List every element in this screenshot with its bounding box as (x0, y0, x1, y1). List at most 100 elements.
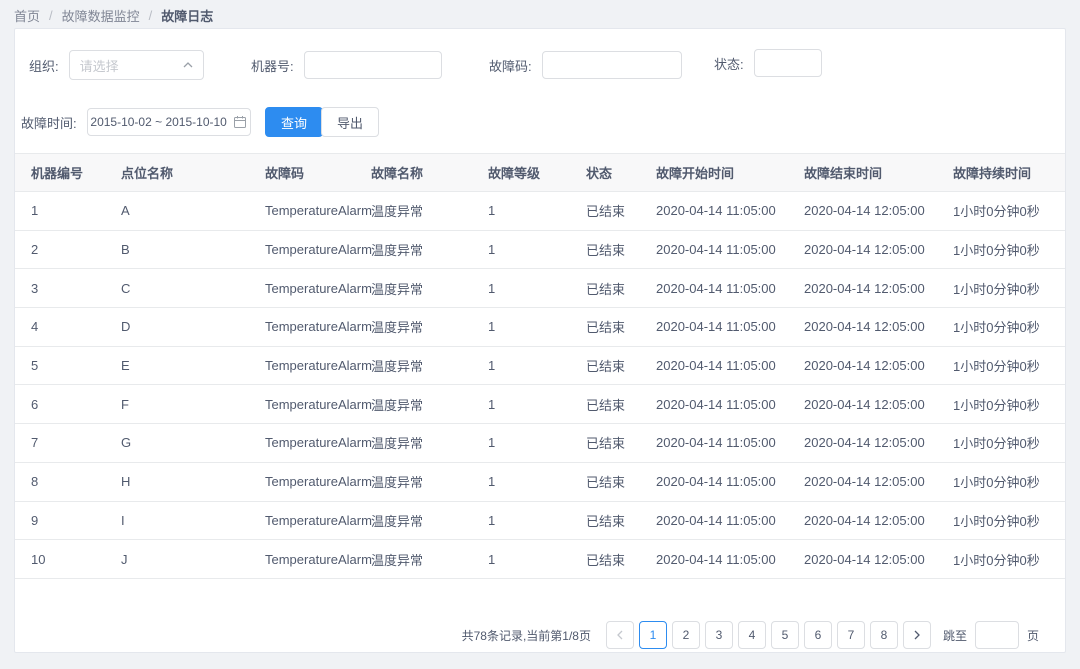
breadcrumb-separator: / (49, 8, 53, 23)
column-header: 故障码 (249, 154, 355, 192)
table-cell: 已结束 (570, 346, 640, 385)
table-cell: 1小时0分钟0秒 (937, 192, 1065, 231)
table-cell: TemperatureAlarm (249, 308, 355, 347)
table-cell: 温度异常 (355, 308, 472, 347)
column-header: 故障开始时间 (640, 154, 788, 192)
table-cell: J (105, 540, 249, 579)
chevron-right-icon (913, 630, 921, 640)
table-cell: 1小时0分钟0秒 (937, 346, 1065, 385)
table-cell: 2020-04-14 11:05:00 (640, 424, 788, 463)
table-cell: 温度异常 (355, 501, 472, 540)
calendar-icon (233, 115, 247, 129)
page-button-6[interactable]: 6 (804, 621, 832, 649)
page-button-4[interactable]: 4 (738, 621, 766, 649)
table-cell: 2020-04-14 11:05:00 (640, 501, 788, 540)
table-cell: 2020-04-14 11:05:00 (640, 462, 788, 501)
breadcrumb: 首页/故障数据监控/故障日志 (14, 6, 213, 25)
table-cell: 已结束 (570, 424, 640, 463)
table-cell: F (105, 385, 249, 424)
table-cell: 2020-04-14 11:05:00 (640, 192, 788, 231)
breadcrumb-separator: / (149, 8, 153, 23)
next-page-button[interactable] (903, 621, 931, 649)
table-cell: 1 (472, 230, 570, 269)
table-cell: 2020-04-14 11:05:00 (640, 269, 788, 308)
table-row: 9ITemperatureAlarm温度异常1已结束2020-04-14 11:… (15, 501, 1065, 540)
page-button-8[interactable]: 8 (870, 621, 898, 649)
column-header: 机器编号 (15, 154, 105, 192)
prev-page-button[interactable] (606, 621, 634, 649)
export-button[interactable]: 导出 (321, 107, 379, 137)
fault-code-label: 故障码: (489, 56, 532, 75)
table-cell: 1 (472, 540, 570, 579)
table-cell: 1小时0分钟0秒 (937, 424, 1065, 463)
table-row: 7GTemperatureAlarm温度异常1已结束2020-04-14 11:… (15, 424, 1065, 463)
table-cell: H (105, 462, 249, 501)
pagination: 共78条记录,当前第1/8页 12345678 跳至 页 (15, 621, 1065, 649)
table-cell: 8 (15, 462, 105, 501)
table-cell: TemperatureAlarm (249, 230, 355, 269)
query-button[interactable]: 查询 (265, 107, 323, 137)
table-cell: 温度异常 (355, 192, 472, 231)
table-cell: D (105, 308, 249, 347)
org-select[interactable]: 请选择 (69, 50, 204, 80)
table-cell: 4 (15, 308, 105, 347)
page-button-7[interactable]: 7 (837, 621, 865, 649)
column-header: 故障结束时间 (788, 154, 937, 192)
status-filter: 状态: (714, 48, 822, 78)
page-button-3[interactable]: 3 (705, 621, 733, 649)
table-cell: 已结束 (570, 269, 640, 308)
page-button-2[interactable]: 2 (672, 621, 700, 649)
table-cell: 1小时0分钟0秒 (937, 540, 1065, 579)
org-label: 组织: (29, 56, 59, 75)
table-cell: TemperatureAlarm (249, 385, 355, 424)
table-cell: 温度异常 (355, 540, 472, 579)
table-cell: 2020-04-14 11:05:00 (640, 230, 788, 269)
table-cell: 1小时0分钟0秒 (937, 385, 1065, 424)
table-cell: 温度异常 (355, 269, 472, 308)
table-cell: E (105, 346, 249, 385)
table-cell: 1小时0分钟0秒 (937, 308, 1065, 347)
org-select-placeholder: 请选择 (80, 56, 119, 75)
table-cell: 1 (472, 269, 570, 308)
page-button-1[interactable]: 1 (639, 621, 667, 649)
fault-code-filter: 故障码: (489, 50, 682, 80)
table-cell: 温度异常 (355, 462, 472, 501)
table-cell: 1 (472, 462, 570, 501)
fault-log-card: 组织: 请选择 机器号: 故障码: 状态: 故障时间: 2015-10-02 ~… (14, 28, 1066, 653)
table-cell: TemperatureAlarm (249, 424, 355, 463)
table-cell: 温度异常 (355, 424, 472, 463)
table-row: 10JTemperatureAlarm温度异常1已结束2020-04-14 11… (15, 540, 1065, 579)
status-label: 状态: (714, 54, 744, 73)
fault-time-range-value: 2015-10-02 ~ 2015-10-10 (90, 115, 226, 129)
table-cell: 2020-04-14 11:05:00 (640, 346, 788, 385)
table-cell: 7 (15, 424, 105, 463)
fault-time-range-picker[interactable]: 2015-10-02 ~ 2015-10-10 (87, 108, 251, 136)
table-cell: 5 (15, 346, 105, 385)
machine-input[interactable] (304, 51, 442, 79)
table-cell: 6 (15, 385, 105, 424)
chevron-up-icon (183, 62, 193, 68)
table-cell: 1 (472, 308, 570, 347)
fault-code-input[interactable] (542, 51, 682, 79)
table-cell: 温度异常 (355, 346, 472, 385)
jump-to-page-input[interactable] (975, 621, 1019, 649)
column-header: 状态 (570, 154, 640, 192)
column-header: 故障持续时间 (937, 154, 1065, 192)
fault-time-label: 故障时间: (21, 113, 77, 132)
table-cell: TemperatureAlarm (249, 462, 355, 501)
table-cell: 1小时0分钟0秒 (937, 462, 1065, 501)
table-cell: 1 (472, 501, 570, 540)
breadcrumb-item[interactable]: 首页 (14, 6, 40, 25)
table-cell: C (105, 269, 249, 308)
breadcrumb-item[interactable]: 故障数据监控 (62, 6, 140, 25)
table-cell: 2020-04-14 11:05:00 (640, 308, 788, 347)
machine-filter: 机器号: (251, 50, 442, 80)
table-cell: 1 (472, 424, 570, 463)
table-row: 5ETemperatureAlarm温度异常1已结束2020-04-14 11:… (15, 346, 1065, 385)
page-button-5[interactable]: 5 (771, 621, 799, 649)
table-cell: TemperatureAlarm (249, 540, 355, 579)
table-cell: B (105, 230, 249, 269)
status-input[interactable] (754, 49, 822, 77)
table-cell: 2020-04-14 12:05:00 (788, 501, 937, 540)
column-header: 点位名称 (105, 154, 249, 192)
